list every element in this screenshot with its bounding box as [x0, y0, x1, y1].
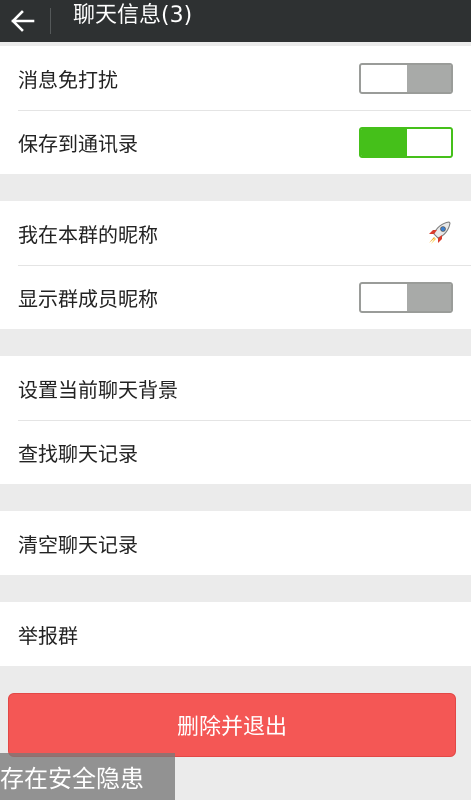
- toggle-knob: [407, 128, 451, 156]
- page-title: 聊天信息(3): [73, 3, 193, 28]
- toggle-track: [407, 283, 451, 311]
- report-label: 举报群: [18, 623, 78, 648]
- row-save-to-contacts[interactable]: 保存到通讯录: [0, 110, 471, 174]
- save-contacts-label: 保存到通讯录: [18, 131, 138, 156]
- mute-toggle[interactable]: [359, 62, 453, 94]
- toggle-track: [361, 128, 407, 156]
- row-search-history[interactable]: 查找聊天记录: [0, 420, 471, 484]
- row-report-group[interactable]: 举报群: [0, 602, 471, 666]
- save-contacts-toggle[interactable]: [359, 126, 453, 158]
- toggle-knob: [361, 64, 407, 92]
- mute-label: 消息免打扰: [18, 67, 118, 92]
- settings-group-chat: 设置当前聊天背景 查找聊天记录: [0, 356, 471, 484]
- search-history-label: 查找聊天记录: [18, 441, 138, 466]
- row-mute[interactable]: 消息免打扰: [0, 46, 471, 110]
- row-show-member-alias[interactable]: 显示群成员昵称: [0, 265, 471, 329]
- clear-history-label: 清空聊天记录: [18, 532, 138, 557]
- header-divider: [50, 8, 51, 34]
- delete-and-exit-button[interactable]: 删除并退出: [8, 693, 456, 757]
- row-clear-history[interactable]: 清空聊天记录: [0, 511, 471, 575]
- settings-group-alias: 我在本群的昵称 显示群成员昵称: [0, 201, 471, 329]
- show-member-alias-label: 显示群成员昵称: [18, 286, 158, 311]
- show-member-alias-toggle[interactable]: [359, 281, 453, 313]
- toggle-knob: [361, 283, 407, 311]
- my-alias-label: 我在本群的昵称: [18, 222, 158, 247]
- settings-group-report: 举报群: [0, 602, 471, 666]
- toggle-track: [407, 64, 451, 92]
- row-chat-background[interactable]: 设置当前聊天背景: [0, 356, 471, 420]
- chat-background-label: 设置当前聊天背景: [18, 377, 178, 402]
- row-my-alias[interactable]: 我在本群的昵称: [0, 201, 471, 265]
- security-watermark: 存在安全隐患: [0, 753, 175, 800]
- settings-group-notifications: 消息免打扰 保存到通讯录: [0, 46, 471, 174]
- rocket-icon: [429, 221, 451, 244]
- settings-group-clear: 清空聊天记录: [0, 511, 471, 575]
- back-arrow-icon[interactable]: [0, 0, 46, 42]
- top-bar: 聊天信息(3): [0, 0, 471, 42]
